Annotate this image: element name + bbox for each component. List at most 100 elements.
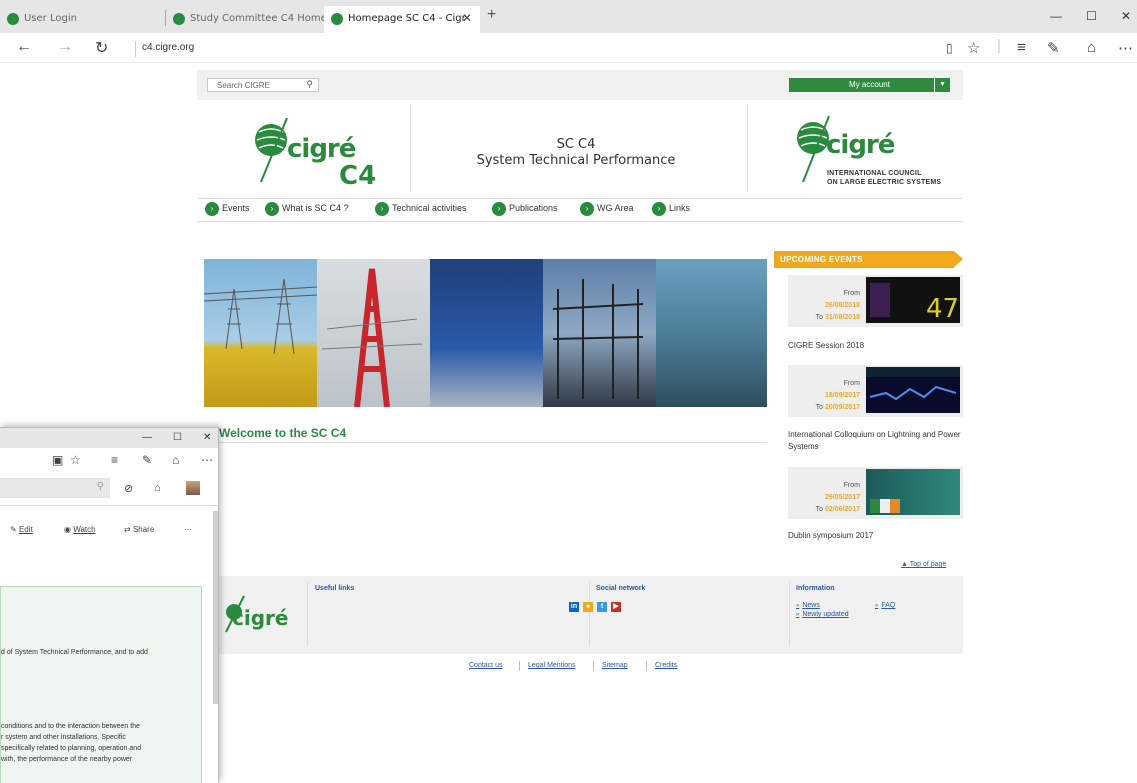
- tab-title: Study Committee C4 Home: [190, 13, 327, 24]
- svg-text:47: 47: [926, 294, 959, 323]
- edit-button[interactable]: ✎ Edit: [10, 525, 33, 534]
- tab-study-committee[interactable]: Study Committee C4 Home: [166, 6, 327, 33]
- tab-user-login[interactable]: User Login: [0, 6, 165, 33]
- reading-view-icon[interactable]: ▣: [52, 453, 63, 467]
- minimize-button[interactable]: —: [142, 432, 152, 443]
- footer-divider: [589, 582, 590, 646]
- footer-divider: [307, 582, 308, 646]
- wiki-search-input[interactable]: ⚲: [0, 478, 110, 498]
- menu-item-events[interactable]: › Events: [205, 202, 250, 216]
- web-note-icon[interactable]: ✎: [142, 453, 152, 467]
- news-link[interactable]: » News: [796, 602, 820, 609]
- web-note-icon[interactable]: ✎: [1047, 39, 1060, 57]
- more-icon[interactable]: ⋯: [201, 453, 213, 467]
- refresh-icon[interactable]: ↻: [95, 38, 108, 58]
- pylon-icon: [203, 278, 318, 355]
- legal-mentions-link[interactable]: Legal Mentions: [528, 662, 575, 669]
- cigre-favicon-icon: [331, 13, 343, 25]
- more-actions-button[interactable]: ···: [184, 525, 192, 534]
- from-date: 29/05/2017: [824, 494, 860, 501]
- cigre-international-logo[interactable]: cigré INTERNATIONAL COUNCIL ON LARGE ELE…: [793, 112, 963, 192]
- cigre-c4-logo[interactable]: cigré C4: [249, 116, 389, 191]
- banner-photo-power-lines: [203, 259, 318, 407]
- event-dates: From 26/08/2018 To 31/08/2018: [788, 288, 860, 324]
- header-divider: [747, 104, 748, 192]
- twitter-icon[interactable]: t: [597, 602, 607, 612]
- event-card[interactable]: From 29/05/2017 To 02/06/2017: [788, 467, 963, 519]
- menu-item-wg-area[interactable]: › WG Area: [580, 202, 634, 216]
- sitemap-link[interactable]: Sitemap: [602, 662, 628, 669]
- site-footer: cigré Useful links Social network in ● t…: [197, 576, 963, 654]
- forward-arrow-icon[interactable]: →: [57, 38, 73, 56]
- hub-icon[interactable]: ≡: [1017, 39, 1026, 56]
- tab-title: Homepage SC C4 - Cigr: [348, 13, 466, 24]
- favorites-star-icon[interactable]: ☆: [70, 453, 81, 467]
- content-text-line: with, the performance of the nearby powe…: [1, 756, 133, 763]
- event-thumbnail[interactable]: 47: [866, 277, 960, 324]
- more-icon[interactable]: ⋯: [1118, 39, 1133, 57]
- contact-us-link[interactable]: Contact us: [469, 662, 502, 669]
- eye-icon: ◉: [64, 525, 74, 534]
- secondary-title-bar: — ☐ ✕: [0, 428, 218, 448]
- dublin-symposium-image: [870, 499, 900, 513]
- title-line-2: System Technical Performance: [476, 153, 676, 168]
- footer-cigre-logo[interactable]: cigré: [222, 594, 302, 634]
- minimize-button[interactable]: —: [1050, 9, 1062, 23]
- event-title[interactable]: CIGRE Session 2018: [788, 340, 963, 352]
- rss-icon[interactable]: ●: [583, 602, 593, 612]
- vertical-scrollbar[interactable]: [213, 511, 218, 704]
- newly-updated-link[interactable]: » Newly updated: [796, 611, 849, 618]
- event-thumbnail[interactable]: [866, 367, 960, 413]
- hub-icon[interactable]: ≡: [111, 453, 118, 467]
- back-arrow-icon[interactable]: ←: [16, 38, 32, 56]
- menu-item-what-is-sc-c4[interactable]: › What is SC C4 ?: [265, 202, 349, 216]
- linkedin-icon[interactable]: in: [569, 602, 579, 612]
- share-icon[interactable]: ⌂: [172, 453, 179, 467]
- banner-photo-plant: [430, 259, 543, 407]
- tab-homepage-sc-c4[interactable]: Homepage SC C4 - Cigr ✕: [324, 6, 480, 33]
- notifications-icon[interactable]: ⌂: [154, 482, 161, 494]
- avatar[interactable]: [186, 481, 200, 495]
- event-dates: From 18/09/2017 To 20/09/2017: [788, 378, 860, 414]
- search-icon[interactable]: ⚲: [97, 481, 104, 492]
- reading-view-icon[interactable]: ▯: [946, 41, 953, 55]
- watch-button[interactable]: ◉ Watch: [64, 525, 96, 534]
- new-tab-button[interactable]: +: [487, 6, 496, 24]
- help-icon[interactable]: ⊘: [124, 482, 133, 495]
- youtube-icon[interactable]: ▶: [611, 602, 621, 612]
- url-field[interactable]: c4.cigre.org: [142, 42, 194, 53]
- link-divider: [593, 661, 594, 671]
- faq-link[interactable]: » FAQ: [875, 602, 895, 609]
- close-tab-icon[interactable]: ✕: [462, 11, 472, 25]
- credits-link[interactable]: Credits: [655, 662, 677, 669]
- maximize-button[interactable]: ☐: [173, 432, 182, 443]
- event-card[interactable]: From 18/09/2017 To 20/09/2017: [788, 365, 963, 417]
- share-icon[interactable]: ⌂: [1087, 39, 1096, 56]
- event-title[interactable]: International Colloquium on Lightning an…: [788, 429, 963, 453]
- share-button[interactable]: ⇄ Share: [124, 525, 154, 534]
- bullet-arrow-icon: »: [875, 603, 879, 609]
- event-card[interactable]: From 26/08/2018 To 31/08/2018 47: [788, 275, 963, 327]
- to-label: To: [815, 314, 823, 321]
- search-input[interactable]: Search CIGRE ⚲: [207, 78, 319, 92]
- cigre-favicon-icon: [7, 13, 19, 25]
- event-title[interactable]: Dublin symposium 2017: [788, 530, 963, 542]
- chevron-down-icon[interactable]: ▼: [934, 78, 950, 92]
- menu-item-publications[interactable]: › Publications: [492, 202, 558, 216]
- my-account-button[interactable]: My account ▼: [789, 78, 950, 92]
- menu-item-links[interactable]: › Links: [652, 202, 690, 216]
- search-icon[interactable]: ⚲: [306, 79, 313, 90]
- top-of-page-link[interactable]: ▲ Top of page: [901, 561, 946, 568]
- favorites-star-icon[interactable]: ☆: [967, 39, 980, 57]
- close-window-button[interactable]: ✕: [203, 432, 211, 443]
- welcome-heading: Welcome to the SC C4: [219, 426, 347, 440]
- maximize-button[interactable]: ☐: [1086, 9, 1097, 23]
- event-thumbnail[interactable]: [866, 469, 960, 515]
- information-heading: Information: [796, 585, 835, 592]
- close-window-button[interactable]: ✕: [1121, 9, 1131, 23]
- menu-item-technical-activities[interactable]: › Technical activities: [375, 202, 467, 216]
- secondary-browser-window[interactable]: — ☐ ✕ ▣ ☆ ≡ ✎ ⌂ ⋯ ⚲ ⊘ ⌂ ✎ Edit ◉ Watch ⇄…: [0, 427, 219, 783]
- secondary-toolbar: ▣ ☆ ≡ ✎ ⌂ ⋯: [0, 448, 218, 474]
- content-text-line: conditions and to the interaction betwee…: [1, 723, 140, 730]
- menu-bullet-icon: ›: [205, 202, 219, 216]
